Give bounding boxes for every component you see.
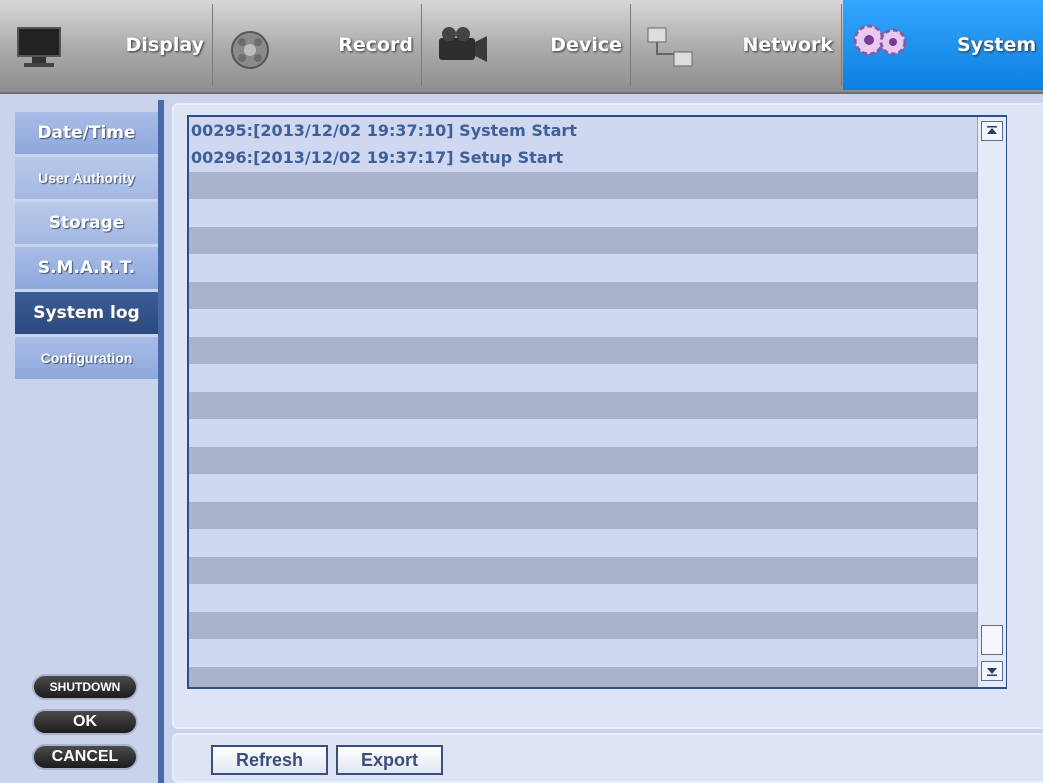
sidebar-menu: Date/Time User Authority Storage S.M.A.R… [15,112,158,382]
shutdown-button[interactable]: SHUTDOWN [32,674,138,700]
camcorder-icon [439,27,487,62]
refresh-button[interactable]: Refresh [211,745,328,775]
tab-device-label: Device [550,34,622,56]
film-reel-icon [231,31,269,69]
log-row-empty [189,282,981,309]
tab-network[interactable]: Network [632,4,842,86]
sidebar-item-system-log[interactable]: System log [15,292,158,334]
tab-network-label: Network [742,34,833,56]
gears-icon [853,24,907,56]
scroll-bottom-button[interactable] [981,661,1003,681]
log-row-empty [189,172,981,199]
sidebar-item-storage[interactable]: Storage [15,202,158,244]
sidebar-item-smart[interactable]: S.M.A.R.T. [15,247,158,289]
log-row-empty [189,557,981,584]
double-down-arrow-icon [987,668,997,676]
log-row-empty [189,337,981,364]
network-computers-icon [647,27,693,67]
cancel-button[interactable]: CANCEL [32,744,138,770]
system-log-list[interactable]: 00295:[2013/12/02 19:37:10] System Start… [187,115,1007,689]
tab-record[interactable]: Record [214,4,422,86]
log-row-empty [189,447,981,474]
log-row-empty [189,227,981,254]
vertical-divider [158,100,164,783]
tab-system-label: System [957,34,1037,56]
log-scrollbar[interactable] [977,117,1006,687]
tab-record-label: Record [338,34,413,56]
log-row-empty [189,612,981,639]
double-up-arrow-icon [987,126,997,134]
scroll-thumb[interactable] [981,625,1003,655]
log-row-empty [189,667,981,687]
tab-display[interactable]: Display [0,4,213,86]
monitor-icon [17,27,61,67]
scroll-top-button[interactable] [981,121,1003,141]
tab-device[interactable]: Device [423,4,631,86]
sidebar-item-date-time[interactable]: Date/Time [15,112,158,154]
tab-display-label: Display [125,34,204,56]
log-row-empty [189,502,981,529]
ok-button[interactable]: OK [32,709,138,735]
export-button[interactable]: Export [336,745,443,775]
log-entry[interactable]: 00296:[2013/12/02 19:37:17] Setup Start [189,144,981,171]
tab-system[interactable]: System [843,0,1043,90]
sidebar-item-configuration[interactable]: Configuration [15,337,158,379]
log-entry[interactable]: 00295:[2013/12/02 19:37:10] System Start [189,117,981,144]
sidebar-item-user-authority[interactable]: User Authority [15,157,158,199]
log-row-empty [189,392,981,419]
top-tab-bar: Display Record Device Network System [0,0,1043,94]
